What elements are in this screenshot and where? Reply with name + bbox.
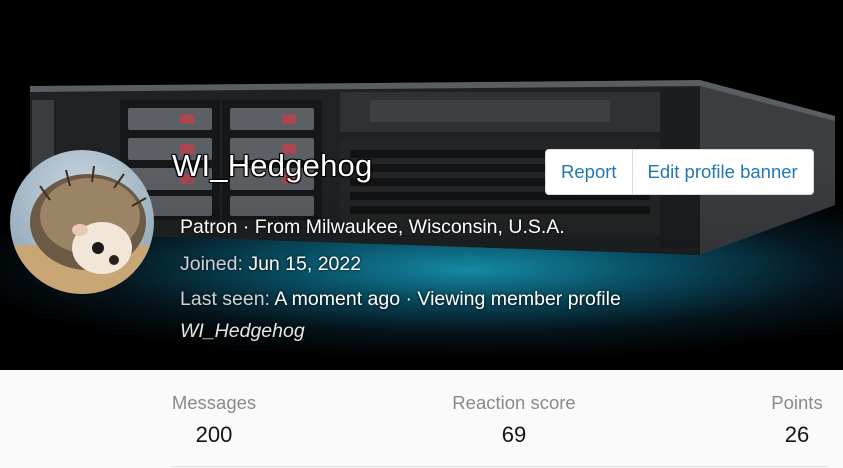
- messages-count[interactable]: 200: [168, 422, 260, 448]
- member-stats: Messages 200 Reaction score 69 Points 26: [0, 370, 843, 468]
- last-seen-value: A moment ago: [274, 288, 401, 310]
- profile-username: WI_Hedgehog: [172, 148, 373, 183]
- messages-label: Messages: [171, 392, 257, 413]
- stat-points[interactable]: Points 26: [766, 392, 828, 448]
- location-prefix: From: [254, 216, 301, 238]
- edit-profile-banner-button[interactable]: Edit profile banner: [631, 150, 813, 194]
- location-link[interactable]: Milwaukee, Wisconsin, U.S.A.: [306, 216, 565, 238]
- last-seen-line: Last seen: A moment ago · Viewing member…: [180, 288, 621, 311]
- profile-actions: Report Edit profile banner: [545, 149, 814, 195]
- joined-date: Jun 15, 2022: [248, 253, 362, 275]
- joined-line: Joined: Jun 15, 2022: [180, 253, 361, 276]
- hedgehog-avatar-image: [10, 150, 154, 294]
- member-profile-header: WI_Hedgehog Report Edit profile banner P…: [0, 0, 843, 468]
- report-button[interactable]: Report: [546, 150, 632, 194]
- stats-divider: [170, 466, 828, 467]
- user-title: Patron: [180, 216, 238, 238]
- points-label: Points: [771, 392, 823, 413]
- avatar[interactable]: [10, 150, 154, 294]
- reaction-score-value: 69: [501, 422, 527, 447]
- stat-messages[interactable]: Messages 200: [168, 392, 260, 448]
- separator: ·: [405, 288, 413, 310]
- stat-reaction-score: Reaction score 69: [446, 392, 582, 448]
- current-activity: Viewing member profile: [417, 288, 621, 310]
- user-title-location: Patron · From Milwaukee, Wisconsin, U.S.…: [180, 216, 565, 239]
- last-seen-label: Last seen:: [180, 288, 270, 310]
- reaction-score-label: Reaction score: [452, 392, 576, 413]
- joined-label: Joined:: [180, 253, 243, 275]
- points-value[interactable]: 26: [766, 422, 828, 448]
- separator: ·: [242, 216, 250, 238]
- signature-name: WI_Hedgehog: [180, 320, 305, 342]
